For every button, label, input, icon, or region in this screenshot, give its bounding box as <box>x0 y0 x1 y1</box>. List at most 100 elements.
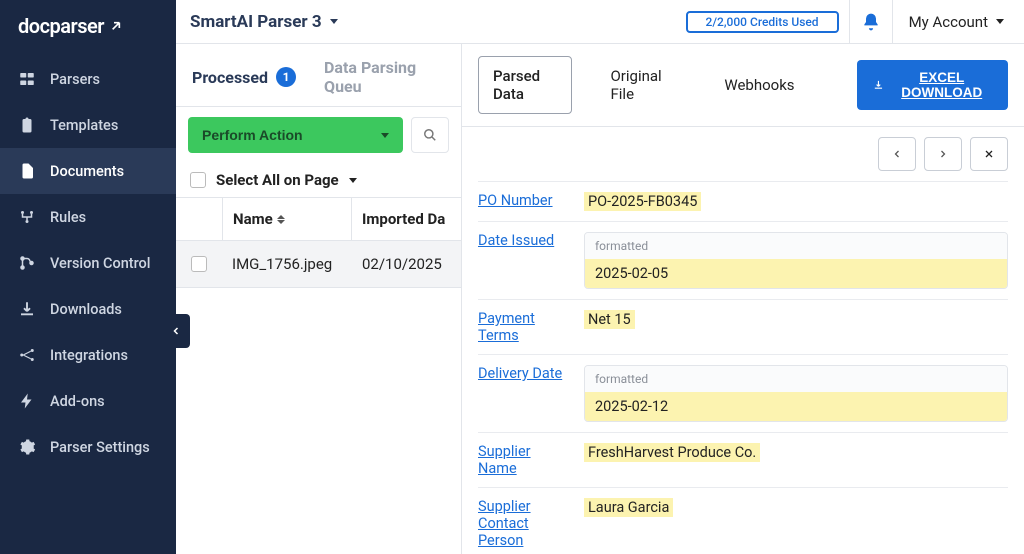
tab-original-file[interactable]: Original File <box>596 57 686 113</box>
sidebar-item-label: Parser Settings <box>50 439 150 456</box>
version-control-icon <box>18 254 36 272</box>
highlighted-value: Laura Garcia <box>584 498 673 517</box>
sidebar-item-integrations[interactable]: Integrations <box>0 332 176 378</box>
chevron-right-icon <box>937 148 949 160</box>
parsed-field-value: formatted2025-02-12 <box>584 365 1008 422</box>
perform-action-label: Perform Action <box>202 127 303 143</box>
field-label-link[interactable]: Supplier Name <box>478 443 531 477</box>
excel-download-button[interactable]: EXCEL DOWNLOAD <box>857 60 1008 110</box>
column-label: Name <box>233 210 273 228</box>
tab-webhooks[interactable]: Webhooks <box>710 66 808 104</box>
select-all-row[interactable]: Select All on Page <box>176 163 461 197</box>
sidebar-item-addons[interactable]: Add-ons <box>0 378 176 424</box>
sidebar-item-label: Version Control <box>50 255 150 272</box>
detail-panel: Parsed Data Original File Webhooks EXCEL… <box>462 44 1024 554</box>
download-icon <box>873 78 884 92</box>
brand-logo[interactable]: docparser <box>0 0 176 56</box>
formatted-header: formatted <box>585 233 1007 259</box>
field-label-link[interactable]: PO Number <box>478 192 553 209</box>
formatted-value-box: formatted2025-02-12 <box>584 365 1008 422</box>
sidebar-item-parser-settings[interactable]: Parser Settings <box>0 424 176 470</box>
notifications-button[interactable] <box>849 0 893 43</box>
highlighted-value: PO-2025-FB0345 <box>584 192 701 211</box>
tab-parsed-data[interactable]: Parsed Data <box>478 56 572 114</box>
parsed-field-row: Date Issued formatted2025-02-05 <box>478 221 1008 299</box>
downloads-icon <box>18 300 36 318</box>
perform-action-dropdown[interactable]: Perform Action <box>188 117 403 153</box>
settings-icon <box>18 438 36 456</box>
tab-processed[interactable]: Processed 1 <box>192 67 296 87</box>
document-table: Name Imported Da IMG_1756.jpeg 02/10/202… <box>176 197 461 288</box>
addons-icon <box>18 392 36 410</box>
parsed-field-value: PO-2025-FB0345 <box>584 192 1008 211</box>
sidebar-item-label: Add-ons <box>50 393 105 410</box>
chevron-left-icon <box>170 325 182 337</box>
formatted-value: 2025-02-05 <box>585 259 1007 288</box>
parsed-field-label: Delivery Date <box>478 365 568 382</box>
sidebar-item-rules[interactable]: Rules <box>0 194 176 240</box>
field-label-link[interactable]: Delivery Date <box>478 365 562 382</box>
next-document-button[interactable] <box>924 137 962 171</box>
parsed-field-label: PO Number <box>478 192 568 209</box>
parsers-icon <box>18 70 36 88</box>
parsed-field-label: Payment Terms <box>478 310 568 344</box>
parsed-field-row: Delivery Date formatted2025-02-12 <box>478 354 1008 432</box>
tab-label: Processed <box>192 68 268 87</box>
formatted-header: formatted <box>585 366 1007 392</box>
prev-document-button[interactable] <box>878 137 916 171</box>
list-tabs: Processed 1 Data Parsing Queu <box>176 44 461 107</box>
select-all-checkbox[interactable] <box>190 172 206 188</box>
processed-count-badge: 1 <box>276 67 296 87</box>
column-name[interactable]: Name <box>222 198 352 240</box>
chevron-down-icon <box>381 133 389 138</box>
sidebar-item-label: Rules <box>50 209 86 226</box>
field-label-link[interactable]: Supplier Contact Person <box>478 498 531 549</box>
parsed-field-label: Supplier Contact Person <box>478 498 568 549</box>
sort-icon <box>277 215 285 224</box>
export-icon <box>108 18 124 34</box>
highlighted-value: FreshHarvest Produce Co. <box>584 443 760 462</box>
close-detail-button[interactable] <box>970 137 1008 171</box>
document-list-panel: Processed 1 Data Parsing Queu Perform Ac… <box>176 44 462 554</box>
sidebar-collapse-handle[interactable] <box>162 314 190 348</box>
chevron-down-icon <box>330 19 338 24</box>
parser-selector[interactable]: SmartAI Parser 3 <box>190 12 338 32</box>
highlighted-value: Net 15 <box>584 310 635 329</box>
tab-label: Data Parsing Queu <box>324 58 445 96</box>
parsed-field-row: Supplier Contact Person Laura Garcia <box>478 487 1008 554</box>
sidebar-item-parsers[interactable]: Parsers <box>0 56 176 102</box>
brand-name: docparser <box>18 14 104 38</box>
row-checkbox[interactable] <box>191 256 207 272</box>
column-imported[interactable]: Imported Da <box>352 198 461 240</box>
chevron-left-icon <box>891 148 903 160</box>
column-label: Imported Da <box>362 210 445 228</box>
sidebar-item-templates[interactable]: Templates <box>0 102 176 148</box>
tab-parsing-queue[interactable]: Data Parsing Queu <box>324 58 445 96</box>
parsed-field-row: Payment Terms Net 15 <box>478 299 1008 354</box>
sidebar-item-downloads[interactable]: Downloads <box>0 286 176 332</box>
field-label-link[interactable]: Payment Terms <box>478 310 535 344</box>
sidebar-nav: Parsers Templates Documents Rules Versio… <box>0 56 176 470</box>
credits-badge[interactable]: 2/2,000 Credits Used <box>686 11 839 33</box>
search-button[interactable] <box>411 117 449 153</box>
row-name: IMG_1756.jpeg <box>222 241 352 287</box>
sidebar-item-version-control[interactable]: Version Control <box>0 240 176 286</box>
sidebar-item-label: Parsers <box>50 71 100 88</box>
select-all-label: Select All on Page <box>216 171 339 189</box>
parsed-field-value: formatted2025-02-05 <box>584 232 1008 289</box>
rules-icon <box>18 208 36 226</box>
sidebar-item-documents[interactable]: Documents <box>0 148 176 194</box>
account-menu[interactable]: My Account <box>903 13 1010 31</box>
chevron-down-icon <box>349 178 357 183</box>
integrations-icon <box>18 346 36 364</box>
row-imported: 02/10/2025 <box>352 241 461 287</box>
sidebar-item-label: Integrations <box>50 347 128 364</box>
table-row[interactable]: IMG_1756.jpeg 02/10/2025 <box>176 241 461 288</box>
field-label-link[interactable]: Date Issued <box>478 232 554 249</box>
excel-download-label: EXCEL DOWNLOAD <box>891 70 992 100</box>
parsed-field-value: FreshHarvest Produce Co. <box>584 443 1008 462</box>
sidebar-item-label: Downloads <box>50 301 122 318</box>
formatted-value: 2025-02-12 <box>585 392 1007 421</box>
close-icon <box>983 148 995 160</box>
parsed-field-value: Laura Garcia <box>584 498 1008 517</box>
